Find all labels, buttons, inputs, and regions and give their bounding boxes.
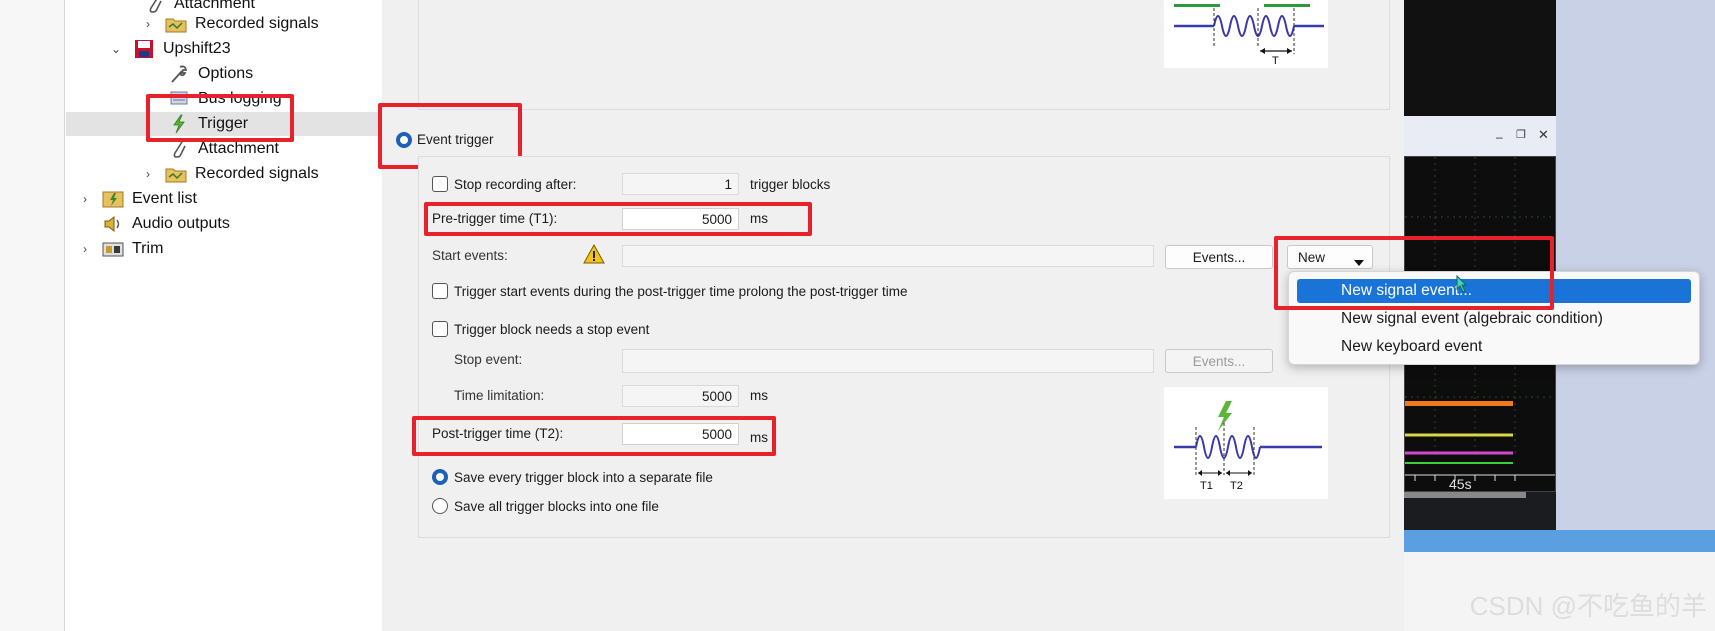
bus-logging-icon bbox=[168, 89, 190, 109]
prolong-post-trigger-label: Trigger start events during the post-tri… bbox=[454, 284, 908, 299]
tree-item-recorded-signals-1[interactable]: › Recorded signals bbox=[141, 12, 319, 36]
tree-item-upshift23[interactable]: ⌄ Upshift23 bbox=[109, 37, 231, 61]
new-event-dropdown[interactable]: New bbox=[1287, 245, 1373, 269]
save-one-file-label: Save all trigger blocks into one file bbox=[454, 499, 659, 514]
background-desktop-area bbox=[1556, 0, 1715, 530]
event-trigger-diagram: T1 T2 bbox=[1164, 387, 1328, 499]
prolong-post-trigger-checkbox[interactable] bbox=[432, 283, 448, 299]
tree-item-label: Trigger bbox=[198, 115, 249, 132]
start-events-label: Start events: bbox=[432, 248, 508, 263]
chevron-right-icon[interactable]: › bbox=[78, 192, 92, 206]
stop-recording-checkbox[interactable] bbox=[432, 176, 448, 192]
post-trigger-time-input[interactable]: 5000 bbox=[622, 423, 739, 445]
pre-trigger-unit: ms bbox=[750, 211, 768, 226]
start-events-button[interactable]: Events... bbox=[1165, 245, 1273, 269]
tree-gutter bbox=[0, 0, 65, 631]
stop-recording-label: Stop recording after: bbox=[454, 177, 577, 192]
diagram-label-t: T bbox=[1272, 55, 1279, 67]
stop-events-button[interactable]: Events... bbox=[1165, 349, 1273, 373]
needs-stop-event-checkbox[interactable] bbox=[432, 321, 448, 337]
close-icon[interactable]: ✕ bbox=[1538, 127, 1549, 143]
paperclip-icon bbox=[168, 139, 190, 159]
save-icon bbox=[133, 39, 155, 59]
event-list-icon bbox=[102, 189, 124, 209]
time-limitation-label: Time limitation: bbox=[454, 388, 545, 403]
navigation-tree: Attachment › Recorded signals ⌄ Upshift2… bbox=[0, 0, 383, 631]
tree-item-label: Options bbox=[198, 65, 254, 82]
event-trigger-radio[interactable] bbox=[396, 132, 412, 148]
wrench-icon bbox=[168, 64, 190, 84]
tree-item-label: Event list bbox=[132, 190, 197, 207]
tree-item-recorded-signals-2[interactable]: › Recorded signals bbox=[141, 162, 319, 186]
diagram-label-t1: T1 bbox=[1200, 480, 1213, 492]
tree-item-label: Recorded signals bbox=[195, 165, 319, 182]
save-one-file-radio[interactable] bbox=[432, 498, 448, 514]
tree-item-label: Trim bbox=[132, 240, 164, 257]
tree-item-label: Recorded signals bbox=[195, 15, 319, 32]
stop-event-label: Stop event: bbox=[454, 352, 523, 367]
time-limitation-input[interactable]: 5000 bbox=[622, 385, 739, 407]
save-separate-files-radio[interactable] bbox=[432, 469, 448, 485]
mouse-cursor-icon bbox=[1456, 274, 1470, 298]
diagram-label-t2: T2 bbox=[1230, 480, 1243, 492]
background-plot-top bbox=[1404, 0, 1556, 116]
save-separate-files-label: Save every trigger block into a separate… bbox=[454, 470, 713, 485]
taskbar-strip bbox=[1404, 530, 1715, 552]
menu-item-new-signal-event-algebraic[interactable]: New signal event (algebraic condition) bbox=[1297, 307, 1691, 331]
watermark: CSDN @不吃鱼的羊 bbox=[1469, 591, 1707, 621]
trim-icon bbox=[102, 239, 124, 259]
menu-item-new-keyboard-event[interactable]: New keyboard event bbox=[1297, 335, 1691, 359]
warning-icon bbox=[583, 243, 605, 269]
tree-item-bus-logging[interactable]: Bus logging bbox=[168, 87, 282, 111]
speaker-icon bbox=[102, 214, 124, 234]
stop-recording-unit: trigger blocks bbox=[750, 177, 831, 192]
tree-item-audio-outputs[interactable]: Audio outputs bbox=[102, 212, 230, 236]
pre-trigger-label: Pre-trigger time (T1): bbox=[432, 211, 558, 226]
pre-trigger-time-input[interactable]: 5000 bbox=[622, 208, 739, 230]
needs-stop-event-label: Trigger block needs a stop event bbox=[454, 322, 650, 337]
child-window-titlebar: – ❐ ✕ bbox=[1404, 116, 1556, 156]
tree-item-event-list[interactable]: › Event list bbox=[78, 187, 197, 211]
caret-down-icon bbox=[1354, 254, 1364, 269]
tree-item-trim[interactable]: › Trim bbox=[78, 237, 163, 261]
new-event-dropdown-label: New bbox=[1298, 250, 1326, 265]
tree-item-label: Audio outputs bbox=[132, 215, 230, 232]
post-trigger-label: Post-trigger time (T2): bbox=[432, 426, 564, 441]
lightning-icon bbox=[168, 114, 190, 134]
plot-scrollbar[interactable] bbox=[1404, 492, 1526, 498]
stop-event-input[interactable] bbox=[622, 349, 1154, 373]
chevron-down-icon[interactable]: ⌄ bbox=[109, 42, 123, 56]
folder-icon bbox=[165, 164, 187, 184]
chevron-right-icon[interactable]: › bbox=[141, 167, 155, 181]
time-axis-tick: 45s bbox=[1449, 476, 1472, 491]
minimize-icon[interactable]: – bbox=[1496, 130, 1503, 144]
chevron-right-icon[interactable]: › bbox=[78, 242, 92, 256]
stop-recording-blocks-input[interactable]: 1 bbox=[622, 173, 739, 195]
start-events-input[interactable] bbox=[622, 245, 1154, 267]
new-event-menu: New signal event... New signal event (al… bbox=[1288, 271, 1700, 365]
folder-icon bbox=[165, 14, 187, 34]
trigger-settings-panel: T Event trigger Stop recording after: 1 … bbox=[378, 0, 1405, 631]
tree-item-label: Attachment bbox=[198, 140, 279, 157]
chevron-right-icon[interactable]: › bbox=[141, 17, 155, 31]
periodic-trigger-diagram: T bbox=[1164, 0, 1328, 68]
restore-icon[interactable]: ❐ bbox=[1516, 128, 1526, 141]
time-limitation-unit: ms bbox=[750, 388, 768, 403]
tree-item-trigger[interactable]: Trigger bbox=[168, 112, 248, 136]
menu-item-new-signal-event[interactable]: New signal event... bbox=[1297, 279, 1691, 303]
post-trigger-unit: ms bbox=[750, 430, 768, 445]
event-trigger-label: Event trigger bbox=[417, 132, 494, 147]
tree-item-options[interactable]: Options bbox=[168, 62, 253, 86]
tree-item-label: Upshift23 bbox=[163, 40, 231, 57]
tree-item-label: Bus logging bbox=[198, 90, 282, 107]
tree-item-attachment-2[interactable]: Attachment bbox=[168, 137, 279, 161]
